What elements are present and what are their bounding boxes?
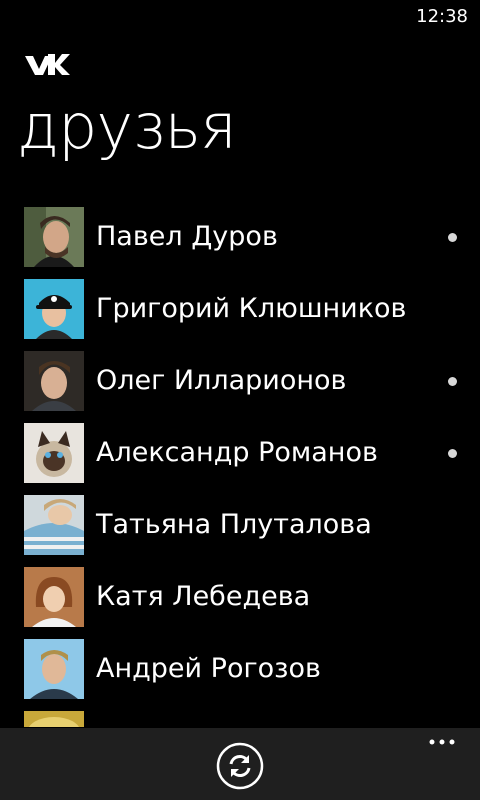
friend-row[interactable]: Татьяна Плуталова [0, 495, 480, 567]
status-clock: 12:38 [416, 6, 468, 27]
avatar-grigory-icon [24, 279, 84, 339]
online-indicator [448, 449, 457, 458]
avatar-pavel-icon [24, 207, 84, 267]
friend-row[interactable]: Григорий Клюшников [0, 279, 480, 351]
refresh-icon[interactable] [216, 742, 264, 790]
friend-row[interactable]: Катя Лебедева [0, 567, 480, 639]
avatar-katya-icon [24, 567, 84, 627]
friend-name: Григорий Клюшников [96, 293, 407, 324]
avatar-tatyana-icon [24, 495, 84, 555]
friend-row[interactable]: Александр Романов [0, 423, 480, 495]
friend-name: Андрей Рогозов [96, 653, 321, 684]
friend-row[interactable] [0, 711, 480, 727]
status-bar: 12:38 [0, 0, 480, 32]
friend-name: Татьяна Плуталова [96, 509, 372, 540]
online-indicator [448, 377, 457, 386]
page-title: друзья [17, 90, 237, 163]
friend-row[interactable]: Павел Дуров [0, 207, 480, 279]
refresh-button[interactable] [216, 742, 264, 790]
friend-name: Павел Дуров [96, 221, 278, 252]
friends-list[interactable]: Павел Дуров Григорий Клюшников Олег Илла… [0, 207, 480, 727]
avatar-andrey-icon [24, 639, 84, 699]
friend-row[interactable]: Андрей Рогозов [0, 639, 480, 711]
avatar-oleg-icon [24, 351, 84, 411]
avatar-partial-icon [24, 711, 84, 727]
online-indicator [448, 233, 457, 242]
friend-name: Олег Илларионов [96, 365, 347, 396]
friend-row[interactable]: Олег Илларионов [0, 351, 480, 423]
more-ellipsis-icon[interactable] [428, 732, 460, 752]
friend-name: Александр Романов [96, 437, 378, 468]
app-bar [0, 728, 480, 800]
friend-name: Катя Лебедева [96, 581, 311, 612]
vk-logo-icon [24, 48, 72, 80]
avatar-alexander-icon [24, 423, 84, 483]
